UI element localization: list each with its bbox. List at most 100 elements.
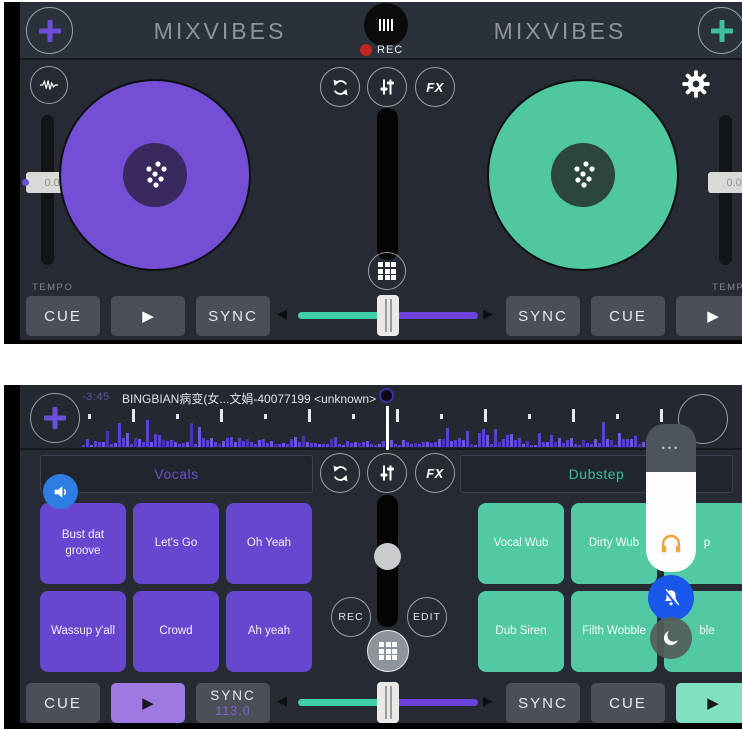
quick-settings-overlay: ••• xyxy=(646,424,696,659)
headphones-button[interactable] xyxy=(659,532,683,556)
app-logo-left: MIXVIBES xyxy=(60,18,380,45)
sync-bpm: 113.0 xyxy=(215,704,250,718)
sliders-icon xyxy=(377,463,397,483)
night-mode-button[interactable] xyxy=(650,617,692,659)
sample-pad[interactable]: Dub Siren xyxy=(478,591,564,672)
sample-pad[interactable]: Crowd xyxy=(133,591,219,672)
mixvibes-dots-icon xyxy=(137,157,173,193)
arrow-left-icon: ◀ xyxy=(277,693,287,709)
fader-handle[interactable] xyxy=(374,543,401,570)
time-remaining: -3:45 xyxy=(82,391,110,403)
crossfader-track-a xyxy=(298,699,388,706)
rec-button-label: REC xyxy=(338,611,363,623)
sample-pad[interactable]: Vocal Wub xyxy=(478,503,564,584)
overlay-more-handle[interactable]: ••• xyxy=(646,424,696,472)
volume-fader-top[interactable] xyxy=(377,108,398,260)
mixer-button-top[interactable] xyxy=(367,67,407,107)
fx-button-top[interactable]: FX xyxy=(415,67,455,107)
monitor-button[interactable] xyxy=(43,474,78,509)
app-logo-right: MIXVIBES xyxy=(400,18,720,45)
play-icon: ▶ xyxy=(707,694,719,712)
arrow-right-icon: ▶ xyxy=(483,693,493,709)
pads-view-button-top[interactable] xyxy=(368,252,406,290)
grid-icon xyxy=(378,262,396,280)
sample-pad[interactable]: Bust dat groove xyxy=(40,503,126,584)
bank-select-left[interactable]: Vocals xyxy=(40,455,313,493)
edit-button[interactable]: EDIT xyxy=(407,597,447,637)
headphones-icon xyxy=(659,532,683,556)
play-icon: ▶ xyxy=(707,307,719,325)
deck-b-hub xyxy=(551,143,615,207)
fx-button-bottom[interactable]: FX xyxy=(415,453,455,493)
mixer-button-bottom[interactable] xyxy=(367,453,407,493)
plus-icon xyxy=(42,405,68,431)
track-header: -3:45 BINGBIAN病变(女...文娟-40077199 <unknow… xyxy=(20,385,742,450)
add-track-button-bottom[interactable] xyxy=(30,393,80,443)
more-dots-icon: ••• xyxy=(662,443,680,453)
play-button-right-bottom[interactable]: ▶ xyxy=(676,683,742,723)
crossfader-handle[interactable] xyxy=(377,682,399,723)
mute-notifications-button[interactable] xyxy=(648,575,694,621)
gear-icon xyxy=(681,69,711,99)
fx-label: FX xyxy=(426,80,444,95)
moon-icon xyxy=(661,628,681,648)
sample-pad[interactable]: Let's Go xyxy=(133,503,219,584)
tempo-label-left: TEMPO xyxy=(32,282,73,293)
speaker-icon xyxy=(52,483,70,501)
sync-button-left-bottom[interactable]: SYNC 113.0 xyxy=(196,683,270,723)
tempo-value-right: 0.0% xyxy=(708,172,742,193)
bank-select-left-label: Vocals xyxy=(154,466,198,482)
deck-a-hub xyxy=(123,143,187,207)
sample-pads-left: Bust dat grooveLet's GoOh Yeah Wassup y'a… xyxy=(40,503,312,672)
cue-button-left-top[interactable]: CUE xyxy=(26,296,100,336)
play-button-left-bottom[interactable]: ▶ xyxy=(111,683,185,723)
waveform-icon xyxy=(39,78,59,92)
sync-button-right-top[interactable]: SYNC xyxy=(506,296,580,336)
level-bars-icon xyxy=(379,19,393,31)
key-waveform-button[interactable] xyxy=(30,66,68,104)
sample-pad[interactable]: Filth Wobble xyxy=(571,591,657,672)
loop-icon xyxy=(330,463,351,484)
cue-button-right-bottom[interactable]: CUE xyxy=(591,683,665,723)
pads-view-panel: -3:45 BINGBIAN病变(女...文娟-40077199 <unknow… xyxy=(4,385,742,729)
settings-button[interactable] xyxy=(676,64,716,104)
loop-button-bottom[interactable] xyxy=(320,453,360,493)
cue-button-left-bottom[interactable]: CUE xyxy=(26,683,100,723)
sample-pad[interactable]: Ah yeah xyxy=(226,591,312,672)
play-icon: ▶ xyxy=(142,694,154,712)
crossfader-handle[interactable] xyxy=(377,295,399,336)
record-indicator[interactable]: REC xyxy=(360,44,403,56)
sliders-icon xyxy=(377,77,397,97)
playhead xyxy=(386,406,389,450)
play-button-left-top[interactable]: ▶ xyxy=(111,296,185,336)
fx-label: FX xyxy=(426,466,444,481)
sync-button-left-top[interactable]: SYNC xyxy=(196,296,270,336)
top-bar: MIXVIBES REC MIXVIBES xyxy=(20,2,742,60)
sample-pads-right: Vocal WubDirty WubpDub SirenFilth Wobble… xyxy=(478,503,742,672)
crossfader-track-b xyxy=(388,312,478,319)
plus-icon xyxy=(37,18,63,44)
record-label: REC xyxy=(377,44,403,56)
sample-pad[interactable]: Dirty Wub xyxy=(571,503,657,584)
bell-slash-icon xyxy=(660,587,682,609)
overlay-body xyxy=(646,472,696,572)
deck-a-platter[interactable] xyxy=(59,79,251,271)
deck-b-platter[interactable] xyxy=(487,79,679,271)
sync-button-right-bottom[interactable]: SYNC xyxy=(506,683,580,723)
play-button-right-top[interactable]: ▶ xyxy=(676,296,742,336)
tempo-thumb-icon[interactable] xyxy=(22,179,29,186)
sync-label: SYNC xyxy=(210,688,256,703)
tempo-label-right: TEMPO xyxy=(712,282,742,293)
record-dot-icon xyxy=(360,44,372,56)
crossfader-track-b xyxy=(388,699,478,706)
play-icon: ▶ xyxy=(142,307,154,325)
pads-view-button-bottom[interactable] xyxy=(367,630,409,672)
sample-pad[interactable]: Oh Yeah xyxy=(226,503,312,584)
deck-view-panel: MIXVIBES REC MIXVIBES 0.0% TEMPO xyxy=(4,2,742,344)
grid-icon xyxy=(379,642,397,660)
loop-button-top[interactable] xyxy=(320,67,360,107)
sample-pad[interactable]: Wassup y'all xyxy=(40,591,126,672)
rec-button-bottom[interactable]: REC xyxy=(331,597,371,637)
add-track-button-right[interactable] xyxy=(698,7,742,54)
cue-button-right-top[interactable]: CUE xyxy=(591,296,665,336)
